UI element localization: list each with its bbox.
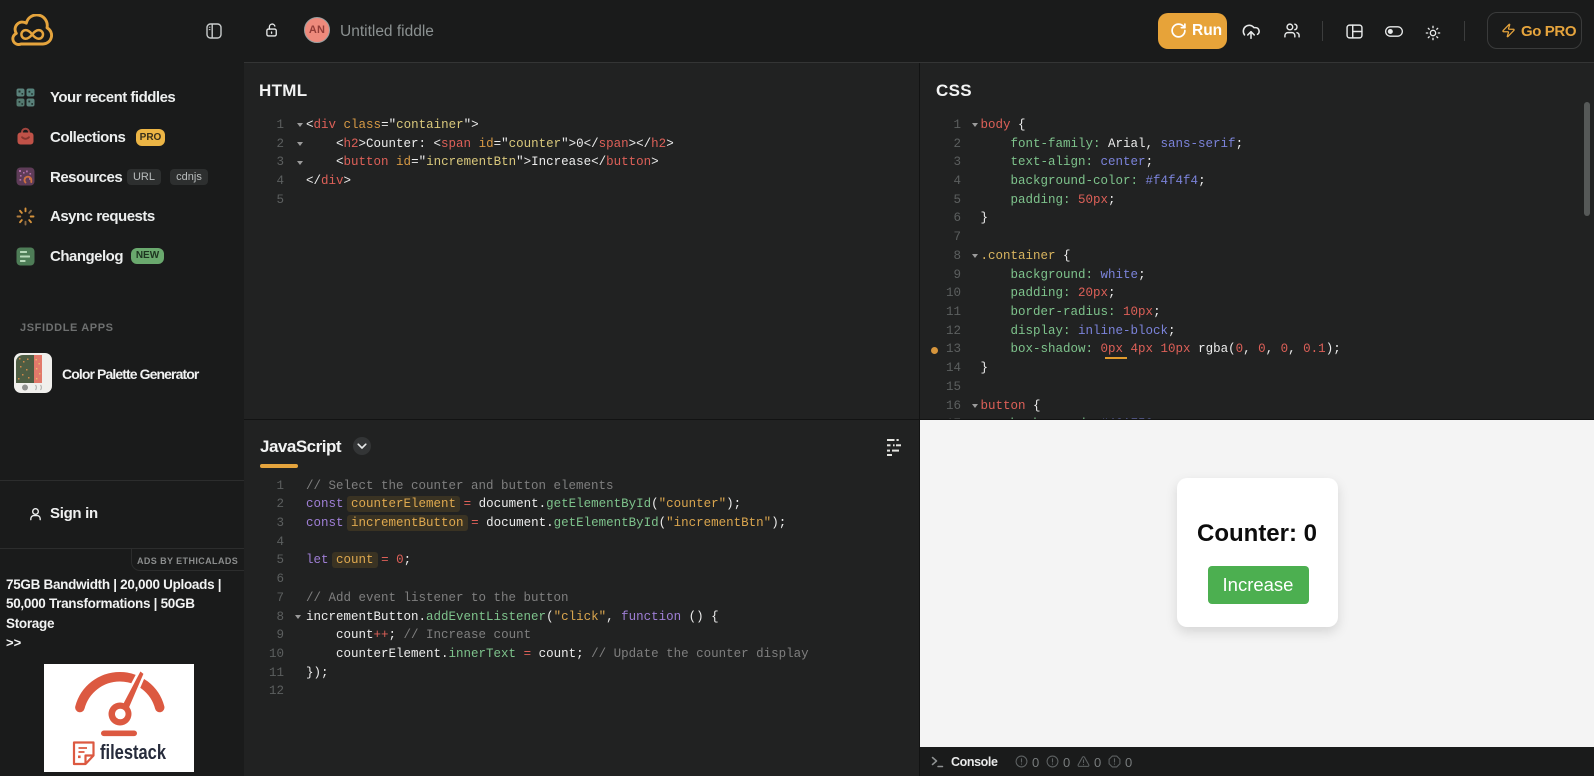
svg-text:filestack: filestack — [100, 742, 167, 764]
